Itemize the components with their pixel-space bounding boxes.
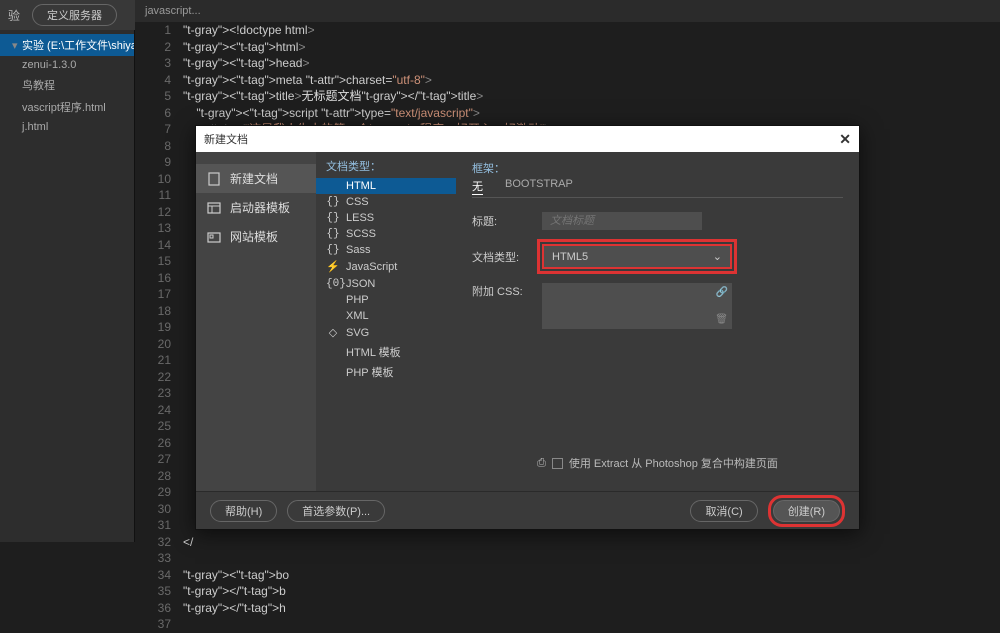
doctype-option[interactable]: {}Sass [316, 242, 456, 258]
category-site[interactable]: 网站模板 [196, 222, 316, 251]
doctype-icon: {0} [326, 278, 340, 290]
framework-tab-none[interactable]: 无 [472, 178, 483, 194]
template-icon [206, 200, 222, 216]
define-server-button[interactable]: 定义服务器 [32, 4, 117, 26]
title-label: 标题: [472, 213, 542, 229]
dialog-category-list: 新建文档启动器模板网站模板 [196, 152, 316, 491]
toolbar-label: 验 [8, 7, 20, 24]
doc-type-list: 文档类型： HTML{}CSS{}LESS{}SCSS{}Sass⚡JavaSc… [316, 152, 456, 491]
doctype-option[interactable]: {}CSS [316, 194, 456, 210]
create-button-highlight: 创建(R) [768, 495, 845, 527]
site-icon [206, 229, 222, 245]
extract-option[interactable]: ⎙ 使用 Extract 从 Photoshop 复合中构建页面 [472, 443, 843, 483]
doctype-option[interactable]: {}LESS [316, 210, 456, 226]
extract-checkbox[interactable] [552, 458, 563, 469]
title-input[interactable] [542, 212, 702, 230]
doctype-option[interactable]: {0}JSON [316, 276, 456, 292]
doctype-value: HTML5 [552, 251, 588, 263]
doctype-icon: {} [326, 196, 340, 208]
doctype-option[interactable]: HTML [316, 178, 456, 194]
doctype-icon: {} [326, 212, 340, 224]
line-gutter: 1234567891011121314151617181920212223242… [135, 22, 177, 633]
doctype-icon: ⚡ [326, 260, 340, 274]
tree-item[interactable]: vascript程序.html [0, 96, 134, 118]
extract-label: 使用 Extract 从 Photoshop 复合中构建页面 [569, 455, 778, 471]
dialog-titlebar[interactable]: 新建文档 ✕ [196, 126, 859, 152]
doctype-icon: {} [326, 244, 340, 256]
doctype-icon: ◇ [326, 326, 340, 340]
tree-item[interactable]: ▾实验 (E:\工作文件\shiya) [0, 34, 134, 56]
file-icon [206, 171, 222, 187]
doctype-label: 文档类型: [472, 249, 542, 265]
doctype-option[interactable]: HTML 模板 [316, 342, 456, 362]
help-button[interactable]: 帮助(H) [210, 500, 277, 522]
doctype-option[interactable]: ◇SVG [316, 324, 456, 342]
category-template[interactable]: 启动器模板 [196, 193, 316, 222]
dialog-footer: 帮助(H) 首选参数(P)... 取消(C) 创建(R) [196, 491, 859, 529]
doctype-option[interactable]: XML [316, 308, 456, 324]
doctype-option[interactable]: PHP 模板 [316, 362, 456, 382]
tree-item[interactable]: zenui-1.3.0 [0, 56, 134, 74]
framework-tab-bootstrap[interactable]: BOOTSTRAP [505, 178, 573, 194]
new-document-dialog: 新建文档 ✕ 新建文档启动器模板网站模板 文档类型： HTML{}CSS{}LE… [195, 125, 860, 530]
photoshop-icon: ⎙ [537, 457, 546, 470]
attach-css-box[interactable]: 🔗 🗑 [542, 283, 732, 329]
doctype-select[interactable]: HTML5 ⌄ [542, 244, 732, 269]
editor-tab[interactable]: javascript... [135, 0, 1000, 22]
prefs-button[interactable]: 首选参数(P)... [287, 500, 385, 522]
doctype-option[interactable]: PHP [316, 292, 456, 308]
dialog-title: 新建文档 [204, 131, 248, 147]
tree-item[interactable]: 鸟教程 [0, 74, 134, 96]
dialog-form-panel: 框架： 无 BOOTSTRAP 标题: 文档类型: HTML5 ⌄ 附加 CSS… [456, 152, 859, 491]
trash-icon[interactable]: 🗑 [715, 314, 728, 325]
create-button[interactable]: 创建(R) [773, 500, 840, 522]
file-tree-sidebar: ▾实验 (E:\工作文件\shiya)zenui-1.3.0鸟教程vascrip… [0, 30, 135, 542]
doctype-option[interactable]: {}SCSS [316, 226, 456, 242]
close-icon[interactable]: ✕ [839, 131, 851, 148]
doctype-icon: {} [326, 228, 340, 240]
doc-type-heading: 文档类型： [316, 158, 456, 178]
framework-heading: 框架： [472, 160, 843, 176]
css-label: 附加 CSS: [472, 283, 542, 299]
category-file[interactable]: 新建文档 [196, 164, 316, 193]
doctype-option[interactable]: ⚡JavaScript [316, 258, 456, 276]
chevron-down-icon: ⌄ [713, 250, 722, 263]
framework-tabs: 无 BOOTSTRAP [472, 178, 843, 198]
tree-item[interactable]: j.html [0, 118, 134, 136]
cancel-button[interactable]: 取消(C) [690, 500, 757, 522]
link-icon[interactable]: 🔗 [716, 287, 728, 298]
